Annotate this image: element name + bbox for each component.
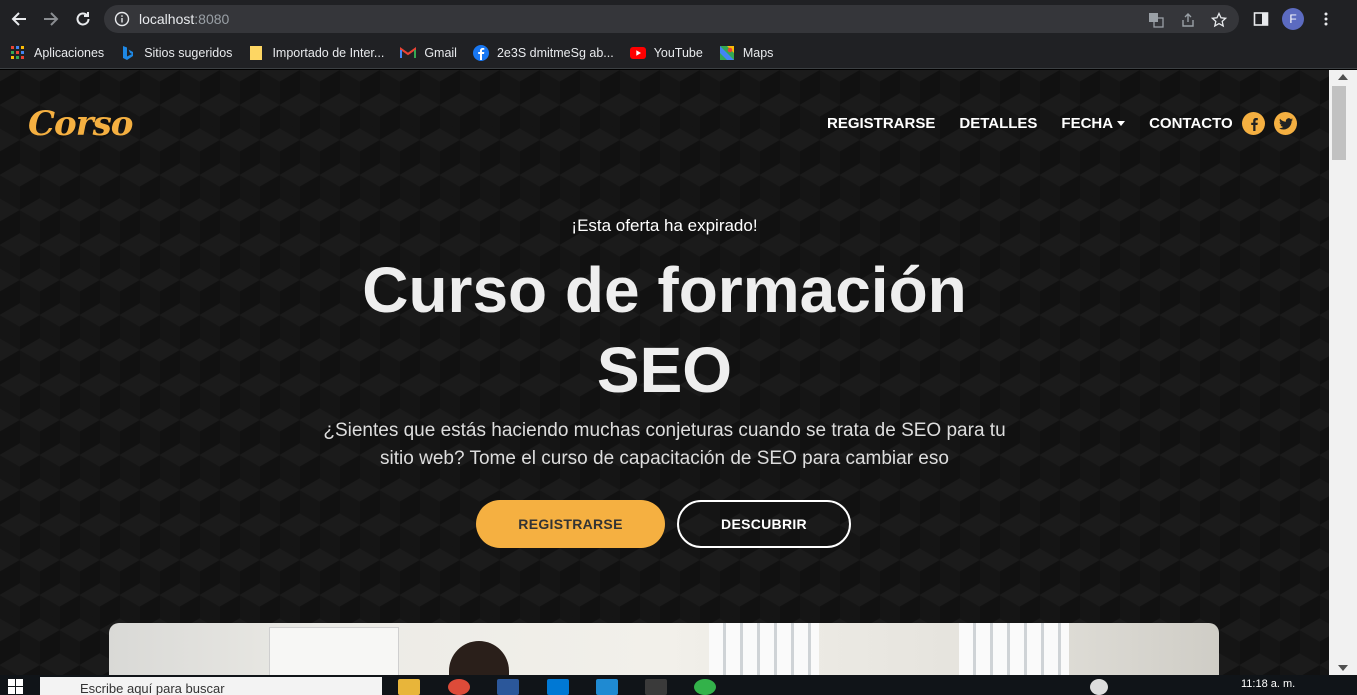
bookmark-importado[interactable]: Importado de Inter...: [248, 45, 384, 61]
reload-button[interactable]: [72, 8, 94, 30]
twitter-link[interactable]: [1274, 112, 1297, 135]
nav-fecha-dropdown[interactable]: FECHA: [1061, 115, 1126, 132]
offer-expired-notice: ¡Esta oferta ha expirado!: [571, 216, 758, 235]
window-graphic: [959, 623, 1069, 675]
system-clock[interactable]: 11:18 a. m.: [1241, 678, 1295, 690]
gmail-icon: [400, 45, 417, 61]
maps-icon: [719, 45, 735, 61]
side-panel-button[interactable]: [1250, 8, 1272, 30]
hero-title: Curso de formación SEO: [300, 250, 1029, 410]
file-explorer-icon[interactable]: [398, 679, 420, 695]
nav-detalles[interactable]: DETALLES: [959, 115, 1037, 132]
hero-subtitle: ¿Sientes que estás haciendo muchas conje…: [290, 417, 1039, 473]
facebook-icon: [1250, 117, 1258, 131]
apps-grid-icon: [10, 45, 26, 61]
help-icon[interactable]: [1090, 679, 1108, 695]
taskbar-search-input[interactable]: Escribe aquí para buscar: [40, 677, 382, 695]
word-icon[interactable]: [497, 679, 519, 695]
facebook-icon: [472, 45, 489, 61]
back-arrow-icon: [11, 12, 26, 26]
scroll-up-icon[interactable]: [1338, 74, 1348, 80]
bookmark-gmail[interactable]: Gmail: [400, 45, 457, 61]
bookmark-youtube[interactable]: YouTube: [629, 45, 703, 61]
browser-toolbar: localhost:8080 F: [0, 0, 1357, 38]
forward-button[interactable]: [40, 8, 62, 30]
edge-icon[interactable]: [694, 679, 716, 695]
hero-subtitle-line2: sitio web? Tome el curso de capacitación…: [380, 448, 949, 469]
register-button[interactable]: REGISTRARSE: [476, 500, 665, 548]
os-taskbar: Escribe aquí para buscar 11:18 a. m.: [0, 675, 1357, 695]
course-hero-image: [109, 623, 1219, 675]
mail-app-icon[interactable]: [596, 679, 618, 695]
forward-arrow-icon: [44, 12, 59, 26]
bookmark-maps[interactable]: Maps: [719, 45, 773, 61]
hero-subtitle-line1: ¿Sientes que estás haciendo muchas conje…: [323, 420, 1006, 441]
page-scrollbar[interactable]: [1329, 70, 1357, 675]
folder-icon: [248, 45, 264, 61]
bookmark-star-icon[interactable]: [1210, 11, 1228, 29]
nav-contacto[interactable]: CONTACTO: [1149, 115, 1233, 132]
youtube-icon: [629, 45, 646, 61]
url-text: localhost:8080: [139, 11, 230, 27]
address-bar[interactable]: localhost:8080: [104, 5, 1239, 33]
nav-registrarse[interactable]: REGISTRARSE: [827, 115, 935, 132]
hero-title-line1: Curso de formación: [362, 254, 967, 326]
site-info-icon[interactable]: [114, 11, 130, 27]
back-button[interactable]: [8, 8, 30, 30]
discover-button[interactable]: DESCUBRIR: [677, 500, 851, 548]
bookmark-apps[interactable]: Aplicaciones: [10, 45, 104, 61]
window-graphic: [709, 623, 819, 675]
vscode-icon[interactable]: [547, 679, 569, 695]
nav-fecha-label: FECHA: [1061, 115, 1114, 132]
site-logo[interactable]: Corso: [28, 104, 133, 144]
profile-avatar[interactable]: F: [1282, 8, 1304, 30]
translate-icon[interactable]: [1147, 11, 1165, 29]
bookmark-facebook[interactable]: 2e3S dmitmeSg ab...: [472, 45, 614, 61]
bing-icon: [120, 45, 136, 61]
facebook-link[interactable]: [1242, 112, 1265, 135]
bookmarks-bar: Aplicaciones Sitios sugeridos Importado …: [0, 38, 1357, 69]
caret-down-icon: [1117, 121, 1126, 126]
share-icon[interactable]: [1179, 11, 1197, 29]
main-navigation: REGISTRARSE DETALLES FECHA CONTACTO: [827, 115, 1257, 132]
hero-title-line2: SEO: [596, 334, 733, 406]
terminal-icon[interactable]: [645, 679, 667, 695]
reload-icon: [76, 12, 90, 26]
kebab-menu-icon: [1324, 12, 1328, 26]
whiteboard-graphic: [269, 627, 399, 675]
bookmark-sitios-sugeridos[interactable]: Sitios sugeridos: [120, 45, 232, 61]
browser-menu-button[interactable]: [1315, 8, 1337, 30]
windows-start-icon[interactable]: [8, 679, 24, 695]
person-graphic: [449, 641, 509, 675]
scrollbar-thumb[interactable]: [1332, 86, 1346, 160]
side-panel-icon: [1253, 12, 1269, 26]
scroll-down-icon[interactable]: [1338, 665, 1348, 671]
twitter-icon: [1278, 117, 1293, 129]
chrome-icon[interactable]: [448, 679, 470, 695]
page-viewport: Corso REGISTRARSE DETALLES FECHA CONTACT…: [0, 70, 1329, 675]
